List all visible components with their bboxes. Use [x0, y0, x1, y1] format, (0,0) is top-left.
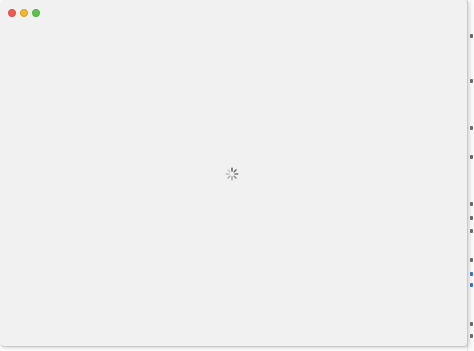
background-text-fragment — [470, 126, 473, 130]
background-text-fragment — [470, 216, 473, 220]
background-text-fragment — [470, 229, 473, 233]
background-text-fragment — [470, 79, 473, 83]
background-text-fragment — [470, 334, 473, 338]
spinner-spoke — [233, 169, 237, 173]
background-link-fragment — [470, 272, 473, 276]
background-text-fragment — [470, 155, 473, 159]
spinner-icon — [225, 167, 239, 181]
app-window — [0, 0, 468, 347]
background-link-fragment — [470, 283, 473, 287]
background-text-fragment — [470, 34, 473, 38]
background-window-edge — [467, 0, 474, 351]
background-text-fragment — [470, 322, 473, 326]
minimize-window-button[interactable] — [20, 9, 28, 17]
spinner-spoke — [227, 175, 231, 179]
zoom-window-button[interactable] — [32, 9, 40, 17]
close-window-button[interactable] — [8, 9, 16, 17]
background-text-fragment — [470, 258, 473, 262]
spinner-spoke — [227, 169, 231, 173]
window-controls — [8, 9, 40, 17]
spinner-spoke — [233, 175, 237, 179]
background-text-fragment — [470, 202, 473, 206]
